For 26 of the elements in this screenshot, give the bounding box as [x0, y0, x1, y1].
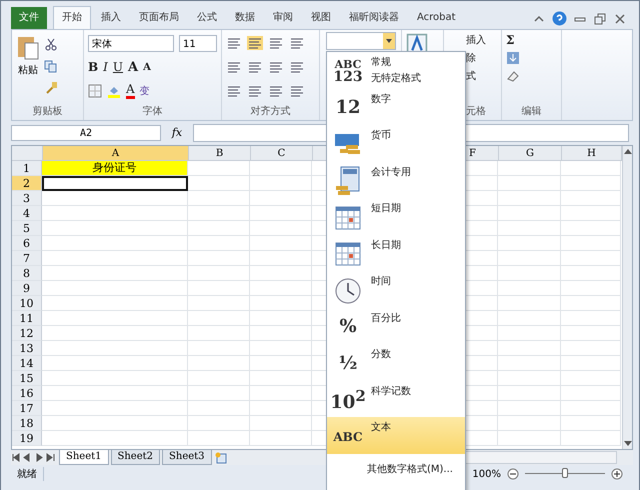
- format-glyph: %: [339, 318, 357, 336]
- menu-item-label: 科学记数: [371, 384, 411, 398]
- menu-item-label: 常规: [371, 56, 392, 69]
- menu-item-label: 分数: [371, 348, 391, 361]
- format-glyph: ABC: [333, 430, 363, 443]
- menu-item-label: 货币: [371, 128, 391, 142]
- format-glyph: 10$^{2}$: [330, 388, 366, 412]
- menu-item-label: 长日期: [371, 238, 401, 252]
- menu-item-description: 无特定格式: [371, 72, 421, 85]
- format-glyph: ABC 123: [333, 59, 363, 84]
- group-label: 剪贴板: [32, 104, 64, 119]
- menu-item-label: 数字: [371, 92, 391, 106]
- group-label: 编辑: [520, 104, 542, 119]
- group-label: 对齐方式: [250, 104, 292, 119]
- menu-item-label: 会计专用: [371, 166, 411, 178]
- format-glyph: ½: [338, 354, 358, 373]
- menu-item-label: 短日期: [371, 202, 401, 215]
- status-text: 就绪: [11, 467, 44, 481]
- menu-item-label: 百分比: [371, 312, 401, 324]
- table-cell: 身份证号: [42, 161, 188, 176]
- group-label: 字体: [142, 104, 164, 119]
- group-label: 元格: [466, 104, 487, 119]
- menu-item-label: 时间: [371, 274, 391, 288]
- zoom-level: 100%: [472, 468, 501, 480]
- format-glyph: 12: [335, 99, 361, 118]
- menu-item-label: 文本: [371, 420, 391, 434]
